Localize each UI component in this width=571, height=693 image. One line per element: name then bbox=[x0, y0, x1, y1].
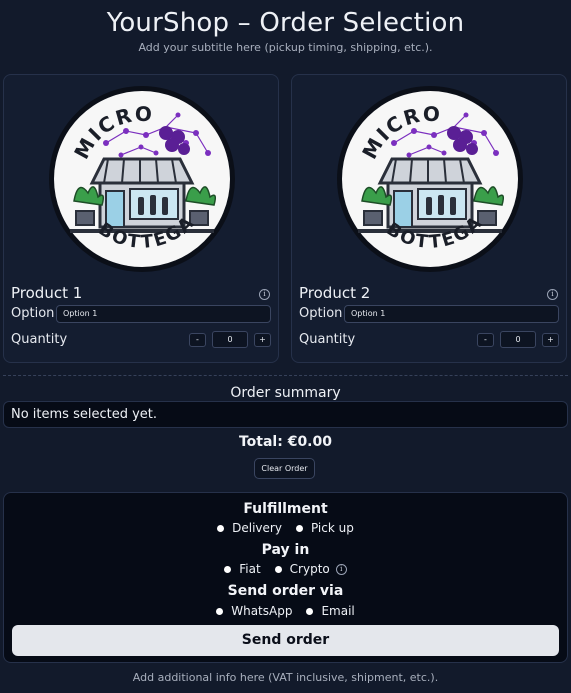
send-via-title: Send order via bbox=[227, 583, 344, 599]
quantity-input[interactable]: 0 bbox=[212, 331, 248, 348]
radio-crypto[interactable]: Crypto i bbox=[274, 562, 347, 576]
radio-email[interactable]: Email bbox=[306, 604, 355, 618]
checkout-panel: Fulfillment Delivery Pick up Pay in Fiat… bbox=[3, 492, 568, 663]
send-via-options: WhatsApp Email bbox=[4, 604, 567, 618]
clear-order-button[interactable]: Clear Order bbox=[254, 458, 315, 479]
order-total: Total: €0.00 bbox=[238, 434, 332, 450]
radio-delivery[interactable]: Delivery bbox=[217, 521, 282, 535]
radio-label: Fiat bbox=[239, 562, 261, 576]
radio-whatsapp[interactable]: WhatsApp bbox=[216, 604, 292, 618]
radio-label: Email bbox=[321, 604, 355, 618]
pay-options: Fiat Crypto i bbox=[4, 562, 567, 576]
shop-logo: MICRO BOTTEGA bbox=[337, 86, 523, 272]
radio-dot-icon[interactable] bbox=[217, 524, 225, 532]
radio-pickup[interactable]: Pick up bbox=[295, 521, 354, 535]
product-card: MICRO BOTTEGA Product 1 i Option Option … bbox=[3, 74, 279, 363]
send-order-button[interactable]: Send order bbox=[12, 625, 559, 656]
quantity-label: Quantity bbox=[299, 332, 356, 347]
shop-logo: MICRO BOTTEGA bbox=[49, 86, 235, 272]
quantity-decrease-button[interactable]: - bbox=[477, 333, 494, 347]
option-select[interactable]: Option 1 bbox=[344, 305, 559, 323]
fulfillment-options: Delivery Pick up bbox=[4, 521, 567, 535]
order-summary-box: No items selected yet. bbox=[3, 401, 568, 428]
radio-dot-icon[interactable] bbox=[274, 565, 282, 573]
product-card: MICRO BOTTEGA Product 2 i Option Option … bbox=[291, 74, 567, 363]
option-label: Option bbox=[11, 306, 55, 321]
quantity-input[interactable]: 0 bbox=[500, 331, 536, 348]
quantity-increase-button[interactable]: + bbox=[542, 333, 559, 347]
radio-fiat[interactable]: Fiat bbox=[224, 562, 261, 576]
page-subtitle: Add your subtitle here (pickup timing, s… bbox=[138, 41, 433, 54]
fulfillment-title: Fulfillment bbox=[243, 501, 328, 517]
radio-dot-icon[interactable] bbox=[216, 607, 224, 615]
product-name: Product 1 bbox=[11, 284, 83, 302]
info-icon[interactable]: i bbox=[335, 563, 347, 575]
option-select[interactable]: Option 1 bbox=[56, 305, 271, 323]
order-summary-title: Order summary bbox=[230, 385, 341, 401]
footer-note: Add additional info here (VAT inclusive,… bbox=[132, 671, 439, 684]
radio-label: WhatsApp bbox=[231, 604, 293, 618]
product-name: Product 2 bbox=[299, 284, 371, 302]
radio-label: Pick up bbox=[310, 521, 354, 535]
info-icon[interactable]: i bbox=[547, 289, 558, 300]
page-title: YourShop – Order Selection bbox=[106, 8, 465, 38]
quantity-decrease-button[interactable]: - bbox=[189, 333, 206, 347]
radio-label: Crypto bbox=[289, 562, 330, 576]
radio-dot-icon[interactable] bbox=[306, 607, 314, 615]
option-label: Option bbox=[299, 306, 343, 321]
info-icon[interactable]: i bbox=[259, 289, 270, 300]
quantity-increase-button[interactable]: + bbox=[254, 333, 271, 347]
section-divider bbox=[3, 375, 568, 376]
pay-in-title: Pay in bbox=[261, 542, 310, 558]
radio-dot-icon[interactable] bbox=[295, 524, 303, 532]
radio-dot-icon[interactable] bbox=[224, 565, 232, 573]
quantity-label: Quantity bbox=[11, 332, 68, 347]
radio-label: Delivery bbox=[232, 521, 282, 535]
